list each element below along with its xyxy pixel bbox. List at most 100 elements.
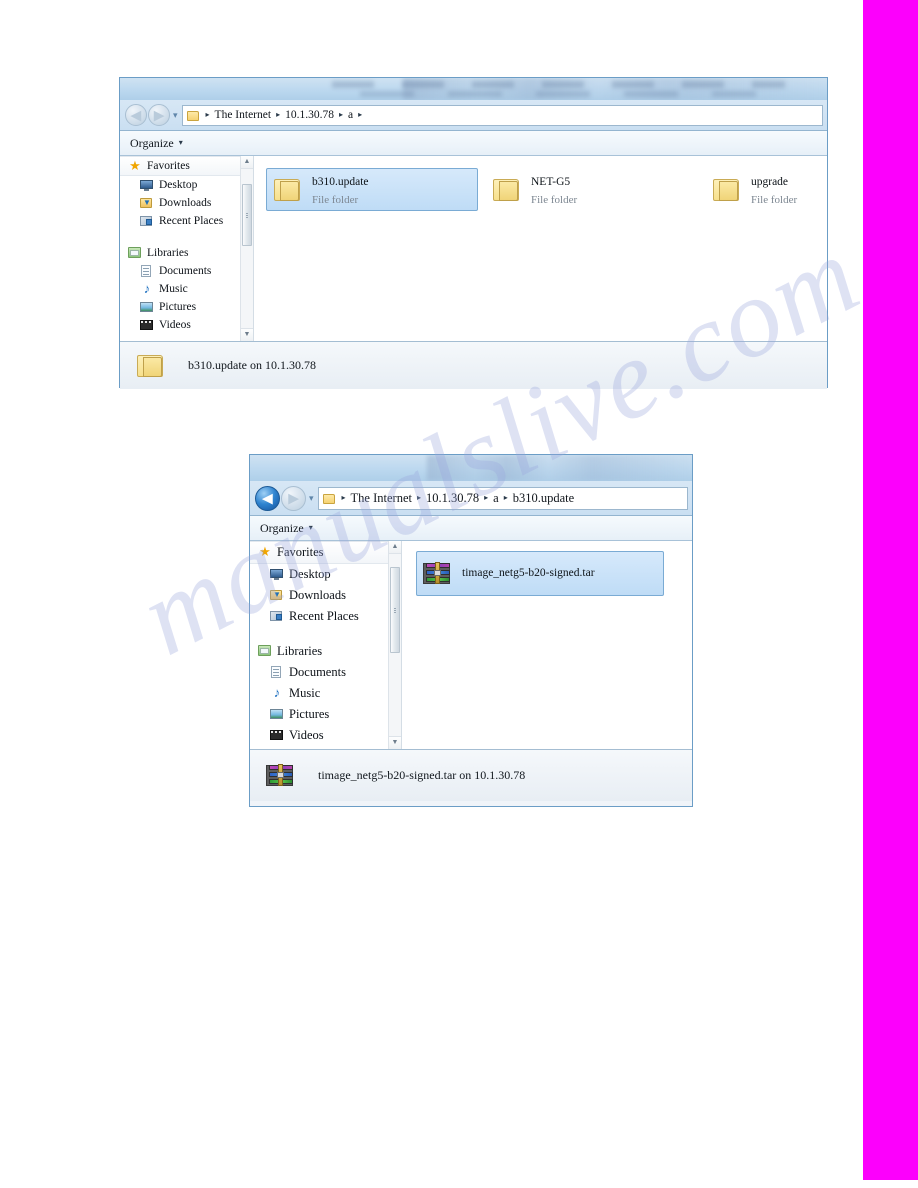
star-icon: ★ [259,544,271,559]
sidebar-item-downloads[interactable]: Downloads [120,194,253,212]
forward-arrow-icon: ▶ [154,107,164,123]
sidebar-item-documents[interactable]: Documents [120,262,253,280]
sidebar-item-libraries[interactable]: Libraries [250,641,401,662]
navigation-pane-scrollbar[interactable]: ▲ ▼ [240,156,253,341]
sidebar-item-videos[interactable]: Videos [120,316,253,334]
desktop-icon [140,179,154,192]
blurred-background-row [360,91,757,97]
file-type: File folder [312,193,359,206]
breadcrumb-item-a[interactable]: a [347,109,354,121]
sidebar-item-label: Libraries [277,644,323,658]
sidebar-item-libraries[interactable]: Libraries [120,244,253,262]
forward-button[interactable]: ▶ [148,104,170,126]
file-list-item[interactable]: timage_netg5-b20-signed.tar [416,551,664,596]
address-bar: ◀ ▶ ▾ ▸ The Internet ▸ 10.1.30.78 ▸ a ▸ [120,100,827,130]
breadcrumb[interactable]: ▸ The Internet ▸ 10.1.30.78 ▸ a ▸ b310.u… [317,486,688,510]
sidebar-item-pictures[interactable]: Pictures [120,298,253,316]
breadcrumb-separator: ▸ [484,493,489,502]
back-button[interactable]: ◀ [255,485,280,511]
file-list-item-text: upgrade File folder [751,172,797,208]
file-type: File folder [751,193,798,206]
file-list-pane[interactable]: b310.update File folder NET-G5 File fold… [254,156,827,341]
recent-pages-chevron-down-icon[interactable]: ▾ [309,493,314,503]
sidebar-item-label: Recent Places [159,215,224,227]
file-list-item[interactable]: NET-G5 File folder [486,168,698,211]
explorer-window-lower[interactable]: ◀ ▶ ▾ ▸ The Internet ▸ 10.1.30.78 ▸ a ▸ … [249,454,693,807]
sidebar-item-music[interactable]: ♪ Music [120,280,253,298]
back-arrow-icon: ◀ [131,107,141,123]
sidebar-item-recent-places[interactable]: Recent Places [120,212,253,230]
back-button[interactable]: ◀ [125,104,147,126]
sidebar-item-label: Downloads [159,197,212,209]
sidebar-item-label: Documents [159,265,212,277]
breadcrumb-item-the-internet[interactable]: The Internet [350,491,413,506]
sidebar-item-label: Downloads [289,588,346,602]
sidebar-item-label: Music [159,283,188,295]
file-list-item[interactable]: upgrade File folder [706,168,818,211]
sidebar-item-pictures[interactable]: Pictures [250,704,401,725]
pictures-icon [270,708,284,721]
scrollbar-thumb[interactable] [242,184,252,246]
scrollbar-thumb[interactable] [390,567,400,653]
breadcrumb-separator: ▸ [358,110,363,119]
music-icon: ♪ [273,685,281,700]
chevron-down-icon[interactable]: ▾ [309,524,313,532]
file-list-item[interactable]: b310.update File folder [266,168,478,211]
breadcrumb-item-host[interactable]: 10.1.30.78 [284,109,335,121]
navigation-pane: ★ Favorites Desktop Downloads Recent Pla… [120,156,254,341]
scroll-up-arrow-icon[interactable]: ▲ [389,541,401,554]
breadcrumb-separator: ▸ [416,493,421,502]
sidebar-item-documents[interactable]: Documents [250,662,401,683]
folder-icon [322,493,336,504]
breadcrumb-item-a[interactable]: a [492,491,500,506]
downloads-icon [270,589,284,602]
navigation-pane-scrollbar[interactable]: ▲ ▼ [388,541,401,749]
documents-icon [270,666,284,679]
explorer-window-upper[interactable]: ◀ ▶ ▾ ▸ The Internet ▸ 10.1.30.78 ▸ a ▸ … [119,77,828,389]
file-list-pane[interactable]: timage_netg5-b20-signed.tar [402,541,692,749]
breadcrumb-item-host[interactable]: 10.1.30.78 [425,491,480,506]
sidebar-item-desktop[interactable]: Desktop [250,564,401,585]
sidebar-item-music[interactable]: ♪ Music [250,683,401,704]
breadcrumb-item-the-internet[interactable]: The Internet [214,109,273,121]
file-type: File folder [531,193,578,206]
folder-icon [136,353,166,379]
forward-button[interactable]: ▶ [281,485,306,511]
window-body: ★ Favorites Desktop Downloads Recent Pla… [120,156,827,341]
breadcrumb[interactable]: ▸ The Internet ▸ 10.1.30.78 ▸ a ▸ [181,104,823,126]
recent-pages-chevron-down-icon[interactable]: ▾ [173,110,178,120]
file-name: b310.update [312,175,369,188]
sidebar-item-desktop[interactable]: Desktop [120,176,253,194]
toolbar: Organize ▾ [120,130,827,156]
sidebar-item-label: Music [289,686,321,700]
sidebar-item-recent-places[interactable]: Recent Places [250,606,401,627]
sidebar-item-downloads[interactable]: Downloads [250,585,401,606]
sidebar-item-videos[interactable]: Videos [250,725,401,746]
sidebar-item-label: Pictures [159,301,197,313]
forward-arrow-icon: ▶ [288,490,299,506]
chevron-down-icon[interactable]: ▾ [179,139,183,147]
scroll-up-arrow-icon[interactable]: ▲ [241,156,253,169]
breadcrumb-item-b310-update[interactable]: b310.update [512,491,575,506]
scroll-down-arrow-icon[interactable]: ▼ [389,736,401,749]
status-bar: b310.update on 10.1.30.78 [120,341,827,389]
file-list-item-text: NET-G5 File folder [531,172,577,208]
sidebar-item-label: Desktop [159,179,198,191]
file-name: upgrade [751,175,789,188]
folder-icon [712,177,742,203]
file-name: timage_netg5-b20-signed.tar [462,567,595,579]
folder-icon [186,110,200,121]
window-body: ★ Favorites Desktop Downloads Recent Pla… [250,541,692,749]
scroll-down-arrow-icon[interactable]: ▼ [241,328,253,341]
organize-button-label[interactable]: Organize [130,136,174,151]
magenta-edge-band [863,0,918,1180]
sidebar-item-label: Favorites [277,545,324,559]
back-arrow-icon: ◀ [262,490,273,506]
sidebar-item-label: Favorites [147,160,190,172]
sidebar-item-favorites[interactable]: ★ Favorites [250,541,401,564]
address-bar: ◀ ▶ ▾ ▸ The Internet ▸ 10.1.30.78 ▸ a ▸ … [250,481,692,515]
sidebar-item-favorites[interactable]: ★ Favorites [120,156,253,176]
organize-button-label[interactable]: Organize [260,521,304,536]
